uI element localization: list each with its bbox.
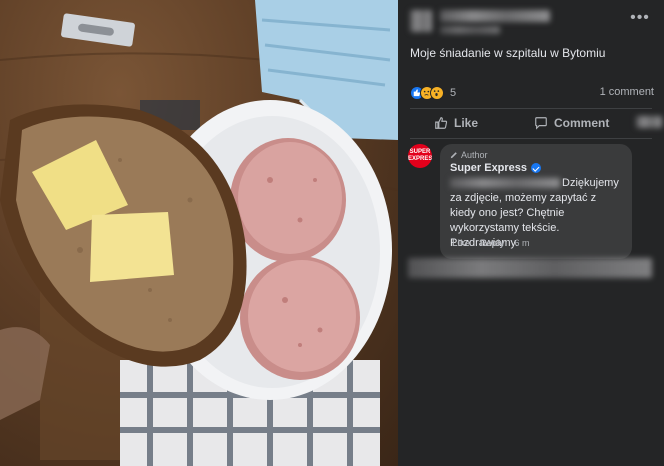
post-text: Moje śniadanie w szpitalu w Bytomiu — [410, 46, 606, 60]
like-label: Like — [454, 116, 479, 130]
post-photo[interactable] — [0, 0, 398, 466]
divider — [410, 138, 652, 139]
author-badge-label: Author — [461, 150, 488, 160]
comment-button[interactable]: Comment — [534, 112, 609, 134]
commenter-avatar[interactable]: SUPER EXPRESS — [408, 144, 432, 168]
more-options-icon[interactable]: ••• — [630, 10, 650, 32]
reaction-count: 5 — [450, 87, 457, 99]
author-avatar-blurred[interactable] — [410, 10, 432, 32]
commenter-name-row: Super Express — [450, 162, 622, 174]
post-meta-blurred — [440, 26, 500, 34]
author-name-blurred[interactable] — [440, 10, 550, 22]
pencil-icon — [450, 152, 457, 159]
mention-blurred[interactable] — [450, 178, 560, 189]
comment-count-link[interactable]: 1 comment — [600, 86, 654, 98]
comment-timestamp[interactable]: 6 m — [515, 238, 530, 248]
post-actions: Like Comment — [398, 112, 664, 136]
wow-icon — [430, 86, 444, 100]
commenter-avatar-logo: SUPER EXPRESS — [408, 149, 432, 162]
post-header: ••• — [398, 0, 664, 40]
breakfast-photo-image — [0, 0, 398, 466]
write-comment-input-blurred[interactable] — [408, 258, 652, 278]
comment-like-link[interactable]: Like — [452, 238, 470, 248]
author-badge: Author — [450, 150, 622, 160]
comment-actions: Like Reply 6 m — [452, 238, 530, 248]
like-button[interactable]: Like — [434, 112, 478, 134]
post-panel: ••• Moje śniadanie w szpitalu w Bytomiu … — [398, 0, 664, 466]
reactions-summary[interactable]: 5 — [410, 86, 456, 100]
comment-icon — [535, 117, 547, 130]
comment-reply-link[interactable]: Reply — [480, 238, 505, 248]
verified-badge-icon — [531, 163, 542, 173]
share-button-blurred[interactable] — [636, 116, 662, 128]
comment-label: Comment — [554, 116, 610, 130]
thumbs-up-icon — [435, 117, 448, 129]
commenter-name[interactable]: Super Express — [450, 162, 527, 174]
divider — [410, 108, 652, 109]
